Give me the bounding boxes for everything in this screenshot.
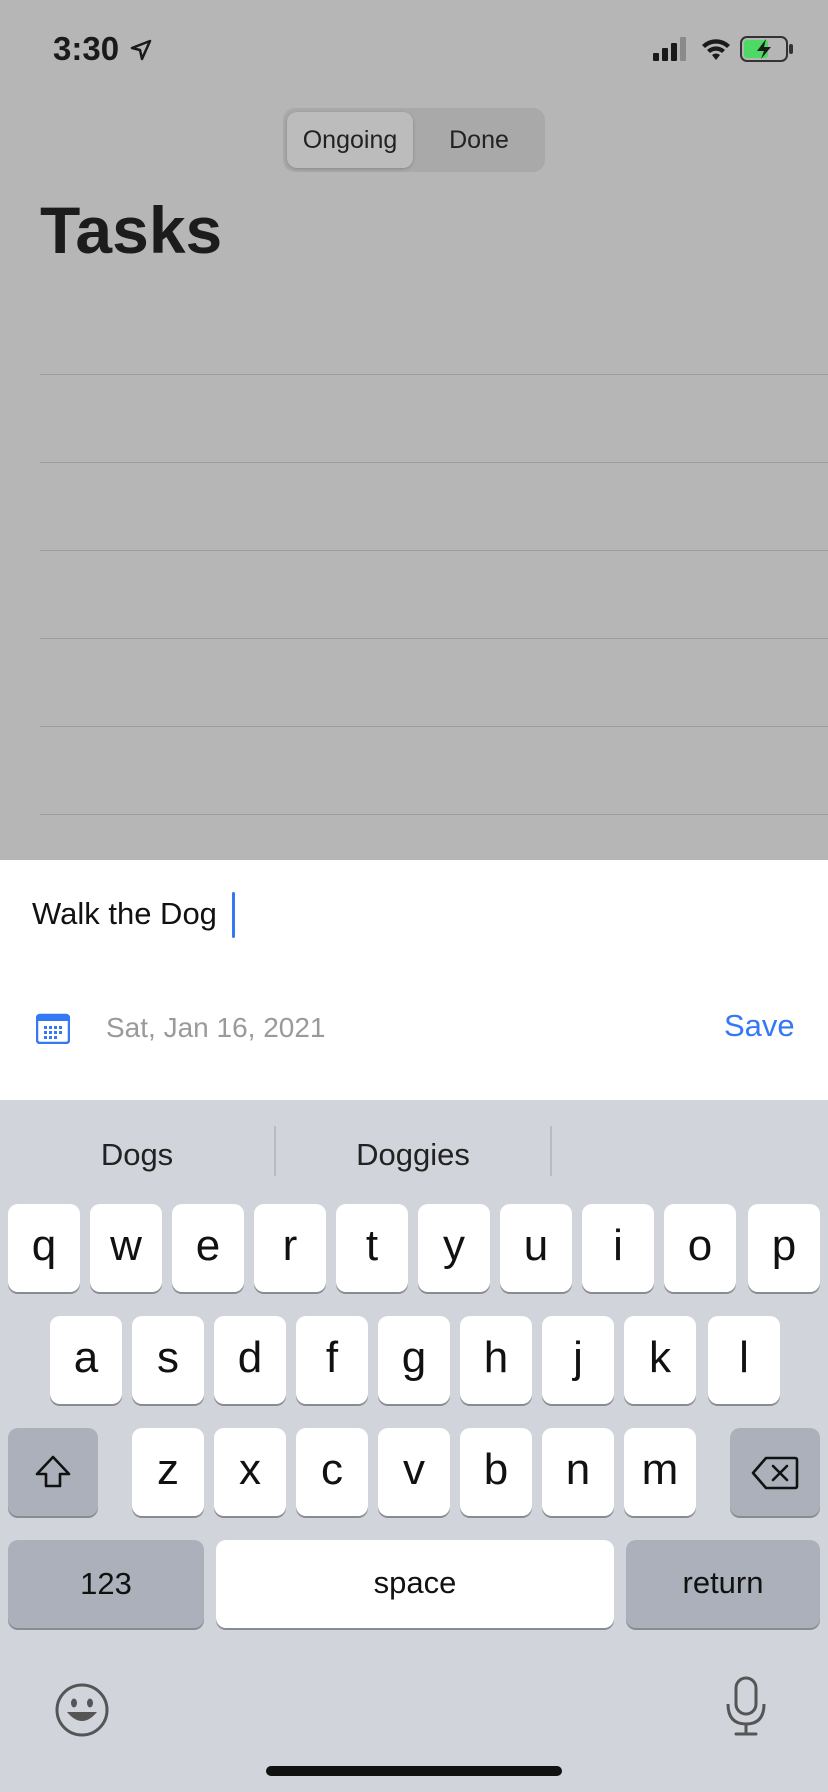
key-o[interactable]: o — [664, 1204, 736, 1292]
key-t[interactable]: t — [336, 1204, 408, 1292]
battery-charging-icon — [740, 36, 793, 62]
key-i[interactable]: i — [582, 1204, 654, 1292]
calendar-icon[interactable] — [36, 1012, 70, 1044]
wifi-icon — [702, 39, 730, 60]
shift-icon — [35, 1455, 71, 1488]
microphone-icon[interactable] — [724, 1676, 768, 1738]
key-p[interactable]: p — [748, 1204, 820, 1292]
key-y[interactable]: y — [418, 1204, 490, 1292]
key-r[interactable]: r — [254, 1204, 326, 1292]
key-f[interactable]: f — [296, 1316, 368, 1404]
page-title: Tasks — [40, 193, 223, 267]
segment-done[interactable]: Done — [417, 112, 541, 168]
keyboard: Dogs Doggies q w e r t y u i o p a s d f… — [0, 1100, 828, 1792]
key-u[interactable]: u — [500, 1204, 572, 1292]
key-q[interactable]: q — [8, 1204, 80, 1292]
backspace-icon — [751, 1456, 799, 1490]
new-task-sheet: Walk the Dog Sat, Jan 16, 2021 Save — [0, 860, 828, 1100]
key-v[interactable]: v — [378, 1428, 450, 1516]
list-row-divider — [40, 814, 828, 815]
text-cursor — [232, 892, 235, 938]
key-a[interactable]: a — [50, 1316, 122, 1404]
return-key[interactable]: return — [626, 1540, 820, 1628]
key-g[interactable]: g — [378, 1316, 450, 1404]
suggestion-item[interactable]: Doggies — [276, 1130, 550, 1180]
shift-key[interactable] — [8, 1428, 98, 1516]
key-w[interactable]: w — [90, 1204, 162, 1292]
key-h[interactable]: h — [460, 1316, 532, 1404]
key-j[interactable]: j — [542, 1316, 614, 1404]
key-l[interactable]: l — [708, 1316, 780, 1404]
list-row-divider — [40, 550, 828, 551]
key-e[interactable]: e — [172, 1204, 244, 1292]
backspace-key[interactable] — [730, 1428, 820, 1516]
key-m[interactable]: m — [624, 1428, 696, 1516]
key-x[interactable]: x — [214, 1428, 286, 1516]
key-n[interactable]: n — [542, 1428, 614, 1516]
list-row-divider — [40, 638, 828, 639]
key-c[interactable]: c — [296, 1428, 368, 1516]
save-button[interactable]: Save — [724, 1008, 795, 1044]
suggestion-item[interactable]: Dogs — [0, 1130, 274, 1180]
key-s[interactable]: s — [132, 1316, 204, 1404]
space-key[interactable]: space — [216, 1540, 614, 1628]
emoji-icon[interactable] — [54, 1682, 110, 1738]
segment-ongoing[interactable]: Ongoing — [287, 112, 413, 168]
home-indicator — [266, 1766, 562, 1776]
cellular-signal-icon — [653, 37, 686, 61]
key-k[interactable]: k — [624, 1316, 696, 1404]
location-arrow-icon — [130, 39, 152, 61]
list-row-divider — [40, 462, 828, 463]
numbers-key[interactable]: 123 — [8, 1540, 204, 1628]
task-title-input[interactable]: Walk the Dog — [32, 896, 217, 932]
status-time: 3:30 — [53, 30, 120, 67]
suggestion-item[interactable] — [552, 1130, 828, 1180]
key-d[interactable]: d — [214, 1316, 286, 1404]
list-row-divider — [40, 374, 828, 375]
tasks-screen-background: 3:30 Ongoing Done Tasks — [0, 0, 828, 860]
key-b[interactable]: b — [460, 1428, 532, 1516]
task-filter-segmented-control: Ongoing Done — [283, 108, 545, 172]
key-z[interactable]: z — [132, 1428, 204, 1516]
due-date-value[interactable]: Sat, Jan 16, 2021 — [106, 1012, 326, 1044]
list-row-divider — [40, 726, 828, 727]
